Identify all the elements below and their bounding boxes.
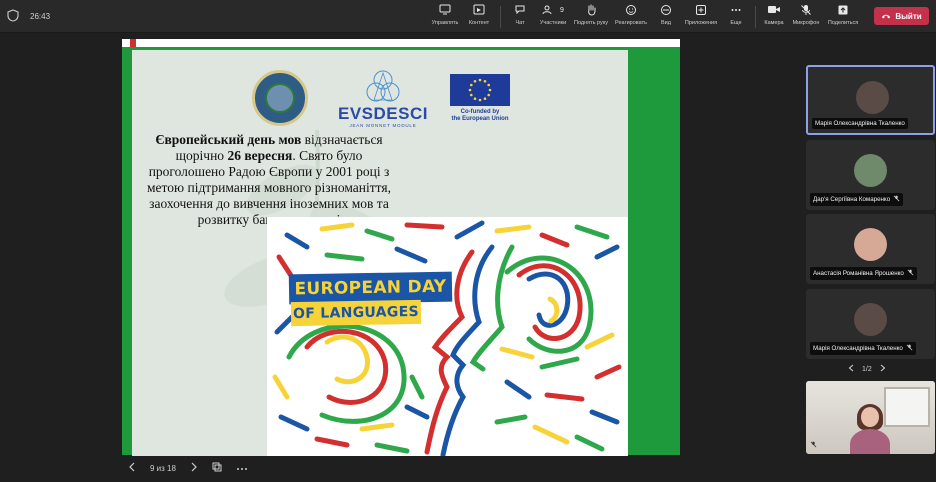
university-seal-logo: [252, 70, 308, 126]
more-icon: [730, 4, 742, 18]
participants-count-badge: 9: [560, 7, 564, 14]
sync-slides-button[interactable]: [212, 462, 222, 475]
participants-prev-button[interactable]: [848, 364, 854, 374]
participant-tile[interactable]: Марія Олександрівна Ткаленко: [806, 289, 935, 359]
mic-off-icon: [893, 195, 900, 204]
avatar: [854, 228, 887, 261]
meeting-timer: 26:43: [30, 11, 51, 21]
european-day-of-languages-poster: EUROPEAN DAY OF LANGUAGES: [267, 217, 628, 456]
chevron-right-icon: [191, 462, 197, 472]
avatar: [856, 81, 889, 114]
colorful-face-lines-icon: [272, 220, 622, 456]
participant-name-label: Анастасія Романівна Ярошенко: [810, 267, 917, 280]
participants-icon: 9: [542, 4, 564, 18]
chat-icon: [514, 4, 526, 18]
slide-navigation: 9 из 18: [128, 462, 248, 475]
raise-hand-button[interactable]: Поднять руку: [571, 4, 611, 30]
participant-name-label: Марія Олександрівна Ткаленко: [810, 342, 916, 355]
evsdesci-wordmark: EVSDESCI: [338, 104, 428, 123]
more-button[interactable]: Еще: [721, 4, 751, 30]
mic-off-icon: [810, 441, 817, 450]
slide-body-text: Європейський день мов відзначається щорі…: [147, 132, 391, 227]
view-icon: [660, 4, 672, 18]
content-icon: [473, 4, 485, 18]
evsdesci-logo: EVSDESCI JEAN MONNET MODULE: [338, 70, 428, 130]
meeting-toolbar: 26:43 Управлять Контент Чат 9 Участники …: [0, 0, 936, 33]
mic-off-icon: [800, 4, 812, 18]
toolbar-divider: [500, 6, 501, 28]
slide-counter: 9 из 18: [150, 464, 176, 473]
content-button[interactable]: Контент: [462, 4, 496, 30]
participants-next-button[interactable]: [880, 364, 886, 374]
evsdesci-emblem-icon: [366, 70, 400, 102]
previous-slide-button[interactable]: [128, 462, 136, 475]
participant-page-counter: 1/2: [862, 365, 872, 373]
participant-tile[interactable]: Анастасія Романівна Ярошенко: [806, 214, 935, 284]
avatar: [854, 303, 887, 336]
self-video-preview[interactable]: [806, 381, 935, 454]
apps-icon: [695, 4, 707, 18]
react-button[interactable]: Реагировать: [611, 4, 651, 30]
share-icon: [837, 4, 849, 18]
toolbar-divider: [755, 6, 756, 28]
poster-title-line1: EUROPEAN DAY: [288, 271, 453, 305]
camera-button[interactable]: Камера: [760, 4, 788, 30]
raise-hand-icon: [586, 4, 597, 18]
manage-button[interactable]: Управлять: [428, 4, 462, 30]
slide-corner-accent: [130, 39, 136, 47]
chevron-left-icon: [848, 364, 854, 372]
share-button[interactable]: Поделиться: [824, 4, 862, 30]
eu-caption: Co-funded by the European Union: [451, 109, 509, 122]
participant-tile[interactable]: Дар'я Сергіївна Комаренко: [806, 140, 935, 210]
poster-title-line2: OF LANGUAGES: [290, 299, 422, 327]
apps-button[interactable]: Приложения: [681, 4, 721, 30]
participant-name-label: Дар'я Сергіївна Комаренко: [810, 193, 904, 206]
mic-off-icon: [906, 344, 913, 353]
copy-icon: [212, 462, 222, 472]
eu-flag-icon: [450, 74, 510, 106]
shield-icon[interactable]: [6, 9, 20, 23]
presentation-slide: EVSDESCI JEAN MONNET MODULE Co-funded by…: [122, 39, 680, 456]
leave-button[interactable]: Выйти: [874, 7, 929, 25]
avatar: [854, 154, 887, 187]
camera-icon: [767, 4, 781, 18]
next-slide-button[interactable]: [190, 462, 198, 475]
microphone-button[interactable]: Микрофон: [788, 4, 824, 30]
share-screen-icon: [439, 4, 451, 18]
eu-cofunded-logo: Co-funded by the European Union: [447, 74, 513, 134]
slide-more-button[interactable]: [236, 463, 248, 474]
more-icon: [236, 468, 247, 470]
participants-button[interactable]: 9 Участники: [535, 4, 571, 30]
phone-hangup-icon: [881, 12, 891, 21]
toolbar-actions: Управлять Контент Чат 9 Участники Поднят: [428, 4, 862, 30]
participant-pager: 1/2: [848, 364, 886, 374]
mic-off-icon: [907, 269, 914, 278]
meeting-info: 26:43: [6, 9, 50, 23]
participant-tile[interactable]: Марія Олександрівна Ткаленко: [806, 65, 935, 135]
view-button[interactable]: Вид: [651, 4, 681, 30]
slide-logos: EVSDESCI JEAN MONNET MODULE Co-funded by…: [132, 64, 628, 128]
chevron-left-icon: [129, 462, 135, 472]
self-video-person: [846, 404, 894, 454]
react-icon: [625, 4, 637, 18]
chevron-right-icon: [880, 364, 886, 372]
chat-button[interactable]: Чат: [505, 4, 535, 30]
evsdesci-subtitle: JEAN MONNET MODULE: [349, 123, 417, 128]
slide-panel: EVSDESCI JEAN MONNET MODULE Co-funded by…: [132, 50, 628, 456]
participant-name-label: Марія Олександрівна Ткаленко: [812, 118, 908, 129]
